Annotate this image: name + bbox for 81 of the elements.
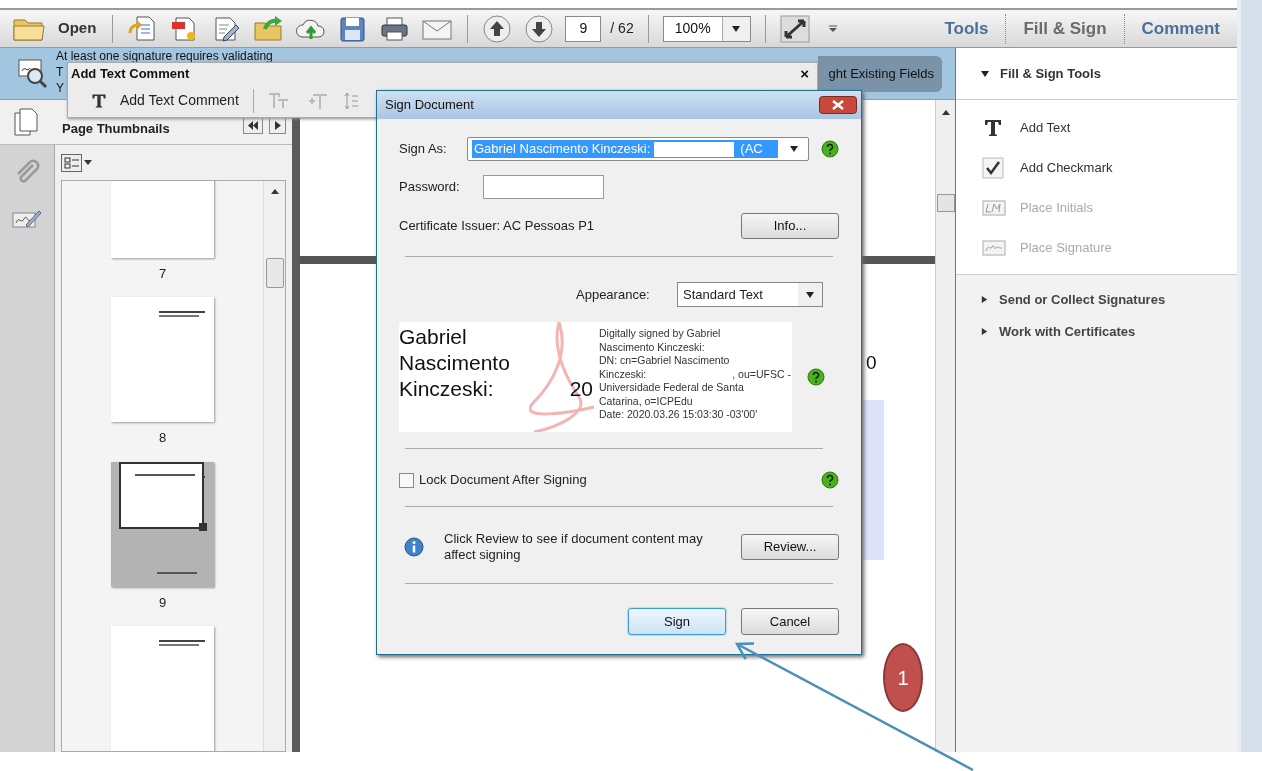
appearance-dropdown[interactable]: Standard Text — [677, 282, 823, 307]
close-icon[interactable] — [819, 96, 857, 114]
field-label: Password: — [399, 178, 461, 197]
info-button[interactable]: Info... — [741, 213, 839, 239]
expand-arrow-icon — [980, 68, 990, 79]
signature-detail: Date: 2020.03.26 15:03:30 -03'00' — [599, 408, 758, 422]
overflow-icon[interactable] — [827, 23, 838, 34]
check-tool-icon[interactable] — [982, 157, 1006, 179]
text-tool-icon[interactable] — [90, 91, 108, 110]
page-label: 7 — [158, 264, 167, 283]
dialog-title: Sign Document — [385, 96, 474, 115]
caret-icon — [805, 289, 815, 300]
field-label: Sign As: — [399, 140, 448, 159]
sign-as-value: (AC — [739, 140, 763, 158]
zoom-dropdown[interactable]: 100% — [662, 15, 751, 42]
signature-name: Gabriel — [399, 324, 468, 350]
notice-text: Y — [56, 80, 64, 96]
signature-detail: Universidade Federal de Santa — [599, 381, 744, 395]
signature-detail: Nascimento Kinczeski: — [599, 340, 705, 354]
section-title: Fill & Sign Tools — [1000, 64, 1101, 83]
help-icon[interactable] — [821, 471, 839, 489]
page-thumbnail[interactable] — [111, 461, 214, 587]
pages-icon[interactable] — [13, 107, 39, 137]
scrollbar-thumb[interactable] — [265, 258, 284, 288]
review-button[interactable]: Review... — [741, 534, 839, 560]
dialog-button[interactable]: Sign — [628, 608, 726, 635]
scrollbar-thumb[interactable] — [936, 194, 955, 212]
highlight-fields-button[interactable]: ght Existing Fields — [818, 56, 942, 92]
notice-text: T — [56, 64, 64, 80]
panel-group[interactable]: Work with Certificates — [999, 321, 1136, 341]
page-thumbnail[interactable] — [111, 297, 214, 423]
appearance-value: Standard Text — [683, 285, 763, 304]
info-icon — [404, 537, 424, 557]
page-thumbnail[interactable] — [111, 626, 214, 751]
signature-detail: Digitally signed by Gabriel — [599, 327, 721, 341]
expand-icon[interactable] — [779, 14, 810, 43]
field-label: Appearance: — [576, 285, 651, 304]
document-text: 0 — [866, 351, 877, 375]
signature-name: Nascimento — [399, 350, 511, 376]
tool-item[interactable]: Add Checkmark — [1020, 158, 1113, 178]
signature-detail: DN: cn=Gabriel Nascimento — [599, 354, 730, 368]
checkbox[interactable] — [399, 472, 414, 488]
open-button[interactable]: Open — [56, 17, 99, 40]
signature-check-icon — [17, 57, 49, 89]
dialog-button[interactable]: Cancel — [741, 608, 839, 635]
review-note: Click Review to see if document content may affect signing — [444, 531, 704, 563]
notice-text: At least one signature requires validating — [56, 48, 273, 64]
add-text-comment-button[interactable]: Add Text Comment — [120, 90, 239, 112]
sign-as-value: Gabriel Nascimento Kinczeski: — [473, 140, 651, 158]
page-number-field[interactable]: 9 — [565, 15, 602, 42]
caret-icon — [731, 23, 742, 34]
signature-number: 20 — [569, 376, 593, 402]
scroll-up-icon[interactable] — [269, 187, 280, 195]
page-count: / 62 — [610, 19, 634, 38]
signature-detail: Kinczeski: — [599, 367, 647, 381]
signature-name: Kinczeski: — [399, 376, 494, 402]
panel-group[interactable]: Send or Collect Signatures — [999, 290, 1166, 310]
tool-item[interactable]: Add Text — [1020, 118, 1071, 138]
panel-tab[interactable]: Comment — [1124, 15, 1237, 42]
options-icon[interactable] — [61, 153, 93, 172]
close-button[interactable]: × — [800, 66, 809, 82]
page-up-icon[interactable] — [482, 13, 513, 44]
help-icon[interactable] — [807, 368, 825, 386]
expand-arrow-icon[interactable] — [980, 295, 989, 305]
zoom-value: 100% — [673, 19, 712, 38]
page-label: 8 — [158, 429, 167, 448]
panel-tab[interactable]: Fill & Sign — [1006, 15, 1124, 42]
panel-title: Page Thumbnails — [62, 120, 170, 138]
checkbox-label: Lock Document After Signing — [419, 471, 587, 490]
panel-tab[interactable]: Tools — [927, 15, 1006, 42]
signature-detail: Catarina, o=ICPEdu — [599, 394, 693, 408]
password-field[interactable] — [483, 175, 604, 199]
expand-arrow-icon[interactable] — [980, 326, 989, 336]
caret-icon — [789, 144, 799, 154]
page-down-icon[interactable] — [524, 13, 555, 44]
signature-detail: , ou=UFSC - — [732, 367, 791, 381]
help-icon[interactable] — [821, 140, 839, 158]
page-label: 9 — [158, 593, 167, 612]
toolbar-title: Add Text Comment — [71, 65, 190, 84]
issuer-text: Certificate Issuer: AC Pessoas P1 — [399, 217, 595, 236]
scroll-up-icon[interactable] — [940, 108, 951, 116]
